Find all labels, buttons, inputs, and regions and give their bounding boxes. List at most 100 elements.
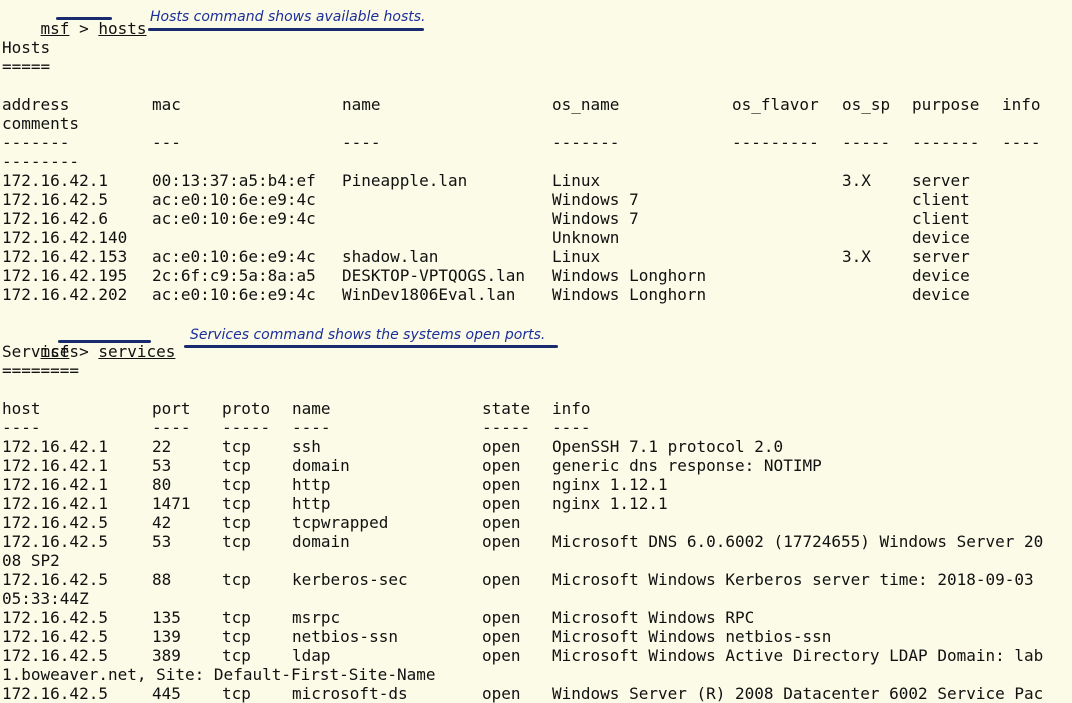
- services-command-underline: [58, 340, 151, 343]
- services-table-row: 172.16.42.1 53 tcp domain open generic dns re…: [2, 456, 1070, 475]
- hosts-header-cell-5: os_sp: [842, 95, 891, 114]
- hosts-row-cell-6: client: [912, 190, 970, 209]
- hosts-command-underline: [56, 17, 112, 20]
- hosts-row-cell-1: 2c:6f:c9:5a:8a:a5: [152, 266, 316, 285]
- services-header-cell-2: proto: [222, 399, 271, 418]
- services-row-cell-2: tcp: [222, 494, 251, 513]
- services-row-cell-1: 42: [152, 513, 172, 532]
- services-row-cell-4: open: [482, 513, 521, 532]
- hosts-dash-cell-0: -------: [2, 133, 70, 152]
- services-row-cell-3: microsoft-ds: [292, 684, 408, 703]
- services-row-cell-1: 80: [152, 475, 172, 494]
- hosts-header-cell-4: os_flavor: [732, 95, 819, 114]
- services-dash-cell-3: ----: [292, 418, 331, 437]
- hosts-table-row: 172.16.42.6 ac:e0:10:6e:e9:4c Windows 7 cli…: [2, 209, 1070, 228]
- services-row-cell-5: Windows Server (R) 2008 Datacenter 6002 …: [552, 684, 1044, 703]
- services-row-cell-5: nginx 1.12.1: [552, 475, 668, 494]
- services-row-cell-5: Microsoft Windows netbios-ssn: [552, 627, 832, 646]
- hosts-table-row: 172.16.42.140 Unknown device: [2, 228, 1070, 247]
- hosts-row-cell-2: WinDev1806Eval.lan: [342, 285, 516, 304]
- services-row-cell-3: kerberos-sec: [292, 570, 408, 589]
- hosts-row-cell-3: Windows 7: [552, 209, 639, 228]
- services-table-row: 172.16.42.5 139 tcp netbios-ssn open Microsof…: [2, 627, 1070, 646]
- services-row-cell-5: Microsoft Windows Active Directory LDAP …: [552, 646, 1044, 665]
- services-row-cell-0: 172.16.42.5: [2, 684, 108, 703]
- hosts-header-cell-3: os_name: [552, 95, 620, 114]
- hosts-header-wrap: comments: [2, 114, 80, 133]
- hosts-dash-wrap: --------: [2, 152, 80, 171]
- services-row-cell-2: tcp: [222, 532, 251, 551]
- hosts-row-cell-0: 172.16.42.140: [2, 228, 128, 247]
- hosts-annotation-underline: [148, 28, 424, 31]
- services-dash-cell-2: -----: [222, 418, 271, 437]
- hosts-row-cell-0: 172.16.42.202: [2, 285, 128, 304]
- services-dash-cell-5: ----: [552, 418, 591, 437]
- services-row-cell-3: http: [292, 494, 331, 513]
- services-row-cell-2: tcp: [222, 627, 251, 646]
- services-row-cell-4: open: [482, 475, 521, 494]
- services-header-cell-5: info: [552, 399, 591, 418]
- services-annotation: Services command shows the systems open …: [190, 327, 546, 343]
- services-row-cell-5: OpenSSH 7.1 protocol 2.0: [552, 437, 784, 456]
- services-row-cell-3: netbios-ssn: [292, 627, 398, 646]
- services-row-cell-5: Microsoft Windows RPC: [552, 608, 755, 627]
- services-row-cell-2: tcp: [222, 456, 251, 475]
- services-table-row: 172.16.42.5 53 tcp domain open Microsoft DNS …: [2, 532, 1070, 551]
- services-row-cell-0: 172.16.42.1: [2, 437, 108, 456]
- terminal-output: msf > hosts Hosts ===== address mac name os…: [2, 0, 1070, 703]
- services-table-row: 172.16.42.5 445 tcp microsoft-ds open Windows…: [2, 684, 1070, 703]
- hosts-title-rule: =====: [2, 57, 51, 76]
- services-table-row: 172.16.42.5 135 tcp msrpc open Microsoft Wind…: [2, 608, 1070, 627]
- services-row-cell-0: 172.16.42.1: [2, 494, 108, 513]
- hosts-row-cell-3: Windows Longhorn: [552, 285, 707, 304]
- services-row-cell-2: tcp: [222, 608, 251, 627]
- hosts-row-cell-5: 3.X: [842, 171, 871, 190]
- hosts-header-cell-6: purpose: [912, 95, 980, 114]
- services-row-cell-2: tcp: [222, 684, 251, 703]
- services-row-cell-0: 172.16.42.5: [2, 646, 108, 665]
- services-table-row: 172.16.42.1 22 tcp ssh open OpenSSH 7.1 proto…: [2, 437, 1070, 456]
- services-row-cell-1: 1471: [152, 494, 191, 513]
- services-row-cell-5: nginx 1.12.1: [552, 494, 668, 513]
- hosts-row-cell-1: ac:e0:10:6e:e9:4c: [152, 209, 316, 228]
- services-row-cell-1: 139: [152, 627, 181, 646]
- services-row-cell-2: tcp: [222, 570, 251, 589]
- services-row-cell-3: domain: [292, 456, 350, 475]
- services-row-cell-2: tcp: [222, 475, 251, 494]
- services-row-cell-4: open: [482, 646, 521, 665]
- hosts-row-cell-2: Pineapple.lan: [342, 171, 468, 190]
- services-row-cell-3: tcpwrapped: [292, 513, 389, 532]
- services-dash-cell-0: ----: [2, 418, 41, 437]
- services-row-wrap: 1.boweaver.net, Site: Default-First-Site…: [2, 665, 436, 684]
- hosts-row-cell-6: device: [912, 266, 970, 285]
- services-row-cell-1: 88: [152, 570, 172, 589]
- hosts-header-cell-0: address: [2, 95, 70, 114]
- hosts-row-cell-0: 172.16.42.5: [2, 190, 108, 209]
- services-row-cell-0: 172.16.42.5: [2, 532, 108, 551]
- hosts-row-cell-6: device: [912, 285, 970, 304]
- services-row-wrap: 05:33:44Z: [2, 589, 89, 608]
- hosts-table-row: 172.16.42.202 ac:e0:10:6e:e9:4c WinDev1806…: [2, 285, 1070, 304]
- hosts-row-cell-1: ac:e0:10:6e:e9:4c: [152, 190, 316, 209]
- services-row-cell-4: open: [482, 570, 521, 589]
- services-row-cell-4: open: [482, 456, 521, 475]
- services-header-row: host port proto name state info: [2, 399, 1070, 418]
- services-row-cell-0: 172.16.42.5: [2, 570, 108, 589]
- services-row-cell-3: domain: [292, 532, 350, 551]
- hosts-table-row: 172.16.42.1 00:13:37:a5:b4:ef Pineapple.la…: [2, 171, 1070, 190]
- services-header-cell-0: host: [2, 399, 41, 418]
- hosts-row-cell-0: 172.16.42.153: [2, 247, 128, 266]
- hosts-title: Hosts: [2, 38, 51, 57]
- services-row-cell-1: 22: [152, 437, 172, 456]
- hosts-table-row: 172.16.42.153 ac:e0:10:6e:e9:4c shadow.lan…: [2, 247, 1070, 266]
- services-row-cell-1: 135: [152, 608, 181, 627]
- hosts-row-cell-3: Linux: [552, 171, 601, 190]
- services-header-cell-4: state: [482, 399, 531, 418]
- services-row-cell-5: generic dns response: NOTIMP: [552, 456, 822, 475]
- services-header-cell-1: port: [152, 399, 191, 418]
- hosts-dash-cell-2: ----: [342, 133, 381, 152]
- hosts-row-cell-2: DESKTOP-VPTQOGS.lan: [342, 266, 526, 285]
- services-row-cell-3: msrpc: [292, 608, 341, 627]
- hosts-dash-cell-6: -------: [912, 133, 980, 152]
- services-row-cell-4: open: [482, 608, 521, 627]
